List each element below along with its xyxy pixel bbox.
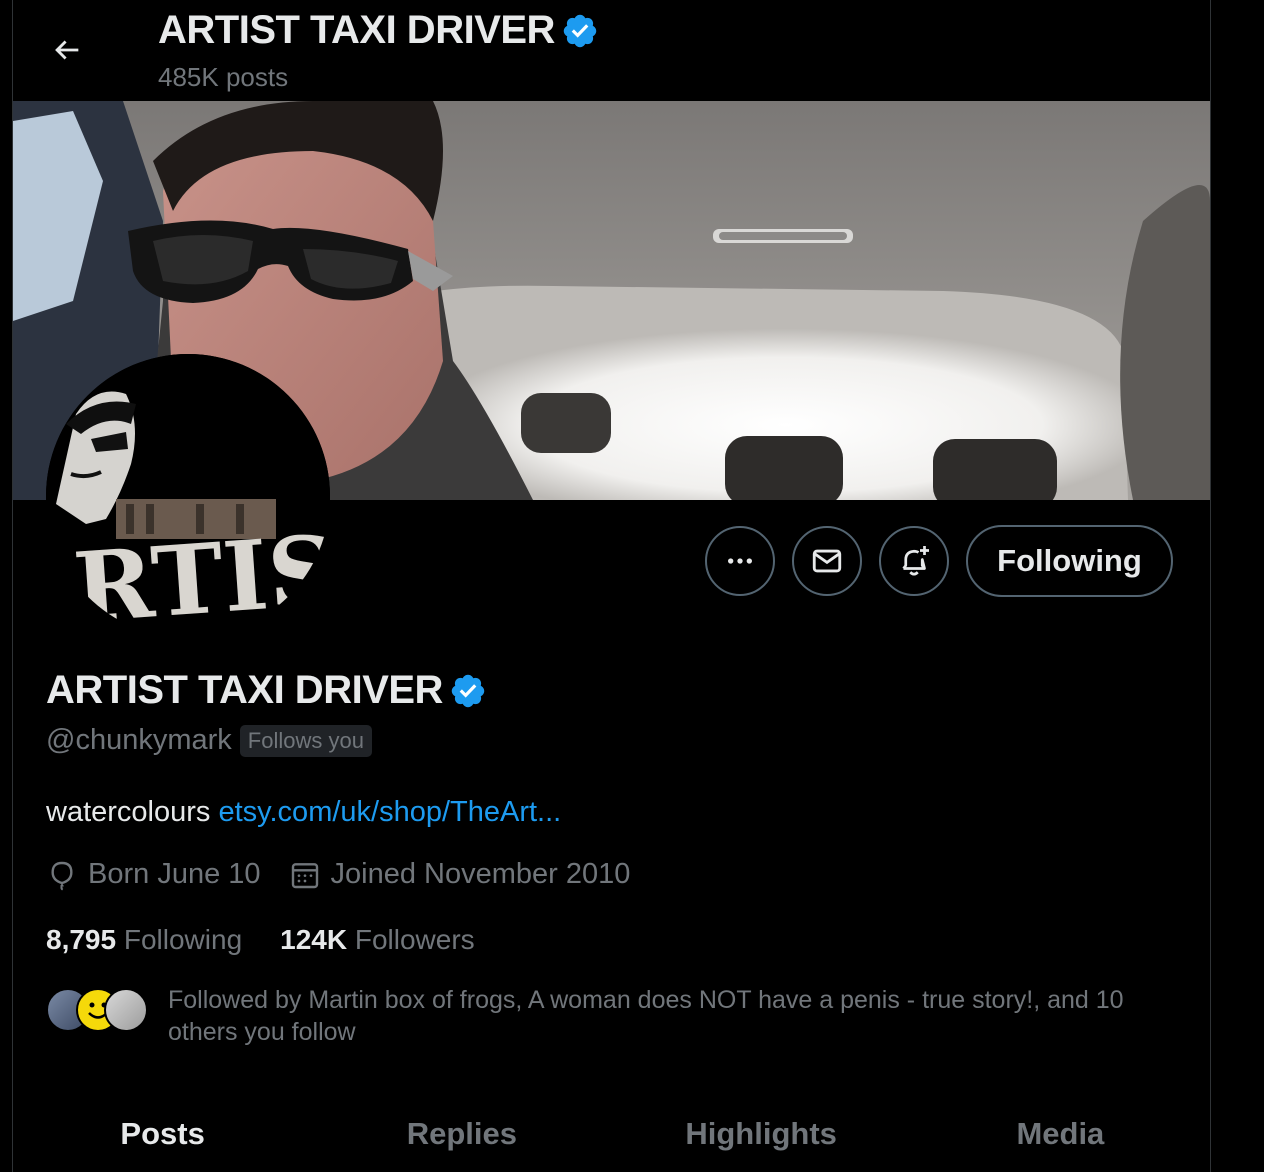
profile-bio: watercolours etsy.com/uk/shop/TheArt...: [46, 796, 561, 829]
bell-plus-icon: [902, 546, 929, 576]
bio-link[interactable]: etsy.com/uk/shop/TheArt...: [218, 796, 561, 828]
profile-name-row: ARTIST TAXI DRIVER: [46, 668, 487, 713]
profile-stats: 8,795 Following 124K Followers: [46, 924, 513, 956]
profile-name: ARTIST TAXI DRIVER: [46, 668, 443, 712]
followers-label: Followers: [354, 924, 475, 955]
profile-actions: Following: [705, 525, 1173, 597]
follows-you-badge: Follows you: [239, 724, 372, 757]
top-bar: ARTIST TAXI DRIVER 485K posts: [13, 0, 1210, 101]
following-button[interactable]: Following: [966, 525, 1173, 597]
message-button[interactable]: [792, 526, 862, 596]
following-stat[interactable]: 8,795 Following: [46, 924, 242, 956]
profile-column: ARTIST TAXI DRIVER 485K posts RTIS Follo…: [12, 0, 1211, 1172]
avatar-text: RTIS: [70, 514, 330, 638]
arrow-left-icon: [55, 40, 79, 60]
tab-replies[interactable]: Replies: [312, 1100, 611, 1172]
posts-count: 485K posts: [158, 62, 289, 92]
more-button[interactable]: [705, 526, 775, 596]
followed-by-text: Followed by Martin box of frogs, A woman…: [168, 986, 1124, 1046]
more-dots-icon: [728, 558, 752, 564]
followed-by-row[interactable]: Followed by Martin box of frogs, A woman…: [46, 984, 1168, 1048]
notify-button[interactable]: [879, 526, 949, 596]
envelope-icon: [812, 549, 842, 573]
followers-count: 124K: [280, 924, 348, 955]
calendar-icon: [291, 862, 318, 888]
joined-text: Joined November 2010: [330, 858, 631, 890]
followers-stat[interactable]: 124K Followers: [280, 924, 475, 956]
profile-avatar[interactable]: RTIS: [46, 354, 330, 638]
handle-row: @chunkymark Follows you: [46, 724, 372, 757]
followed-by-avatars: [46, 984, 156, 1034]
avatar-image: RTIS: [46, 354, 330, 638]
tab-posts[interactable]: Posts: [13, 1100, 312, 1172]
following-label: Following: [123, 924, 243, 955]
birthday-item: Born June 10: [46, 858, 261, 891]
back-button[interactable]: [41, 24, 93, 76]
verified-badge-icon[interactable]: [449, 672, 487, 710]
tab-media[interactable]: Media: [911, 1100, 1210, 1172]
following-count: 8,795: [46, 924, 117, 955]
bio-text: watercolours: [46, 796, 211, 828]
verified-badge-icon: [563, 14, 597, 47]
joined-item: Joined November 2010: [289, 858, 631, 891]
balloon-icon: [51, 861, 73, 890]
birthday-text: Born June 10: [88, 858, 261, 890]
mutual-avatar: [104, 988, 148, 1032]
profile-meta: Born June 10 Joined November 2010: [46, 858, 658, 891]
header-title: ARTIST TAXI DRIVER: [158, 8, 599, 53]
header-name: ARTIST TAXI DRIVER: [158, 8, 555, 52]
profile-handle: @chunkymark: [46, 724, 232, 756]
tab-highlights[interactable]: Highlights: [612, 1100, 911, 1172]
profile-tabs: Posts Replies Highlights Media: [13, 1100, 1210, 1172]
